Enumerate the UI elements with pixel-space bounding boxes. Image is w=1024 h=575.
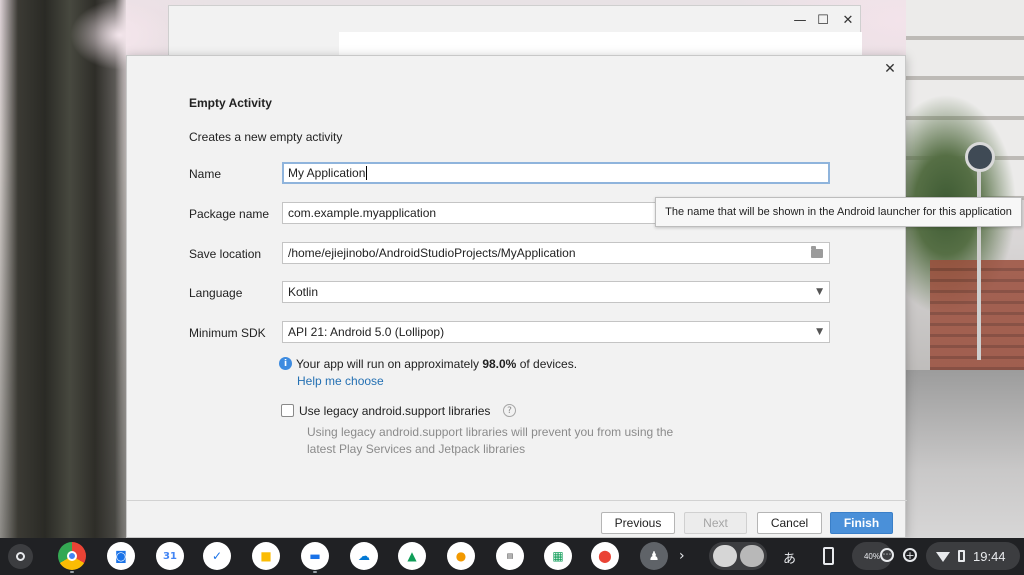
- legacy-support-checkbox[interactable]: [281, 404, 294, 417]
- help-question-icon[interactable]: ?: [503, 404, 516, 417]
- language-value: Kotlin: [288, 285, 319, 299]
- package-name-label: Package name: [189, 207, 270, 221]
- minimize-icon[interactable]: —: [790, 10, 810, 30]
- name-input-value: My Application: [288, 166, 366, 180]
- device-coverage-text: Your app will run on approximately 98.0%…: [296, 357, 577, 371]
- classroom-icon[interactable]: ▦: [544, 542, 572, 570]
- reader-icon[interactable]: ♟: [640, 542, 668, 570]
- package-name-value: com.example.myapplication: [288, 206, 437, 220]
- tote-holding-space[interactable]: [709, 542, 767, 570]
- ime-indicator[interactable]: あ: [783, 548, 796, 567]
- legacy-support-label[interactable]: Use legacy android.support libraries: [299, 404, 490, 418]
- save-location-input[interactable]: /home/ejiejinobo/AndroidStudioProjects/M…: [282, 242, 830, 264]
- news-icon[interactable]: ▤: [496, 542, 524, 570]
- info-icon: i: [279, 357, 292, 370]
- app-running-indicator: [70, 571, 74, 573]
- folder-icon: [811, 245, 823, 258]
- coverage-percent: 98.0%: [482, 357, 517, 371]
- shelf-overflow-icon[interactable]: ›: [679, 548, 685, 564]
- keep-icon[interactable]: ■: [252, 542, 280, 570]
- cancel-button[interactable]: Cancel: [757, 512, 822, 534]
- app-running-indicator: [313, 571, 317, 573]
- battery-icon: [958, 550, 965, 562]
- tasks-icon[interactable]: ✓: [203, 542, 231, 570]
- battery-percent: 40%: [863, 551, 880, 561]
- footer-divider: [127, 500, 907, 501]
- shelf: ◙ 31 ✓ ■ ▬ ☁ ▲ ● ▤ ▦ ⬤ ♟ › あ 40% ⋯ + 19:…: [0, 538, 1024, 575]
- legacy-support-description: Using legacy android.support libraries w…: [307, 425, 674, 456]
- system-tray[interactable]: 19:44: [926, 542, 1020, 570]
- chrome-center: [67, 551, 77, 561]
- save-location-label: Save location: [189, 247, 262, 261]
- wifi-icon: [936, 552, 950, 562]
- onedrive-icon[interactable]: ☁: [350, 542, 378, 570]
- wallpaper-road: [906, 370, 1024, 538]
- name-input[interactable]: My Application: [282, 162, 830, 184]
- chrome-icon[interactable]: [58, 542, 86, 570]
- dialog-close-icon[interactable]: ✕: [881, 60, 899, 78]
- wallpaper-sign: [965, 142, 995, 172]
- save-location-value: /home/ejiejinobo/AndroidStudioProjects/M…: [288, 246, 576, 260]
- launcher-button[interactable]: [8, 544, 33, 569]
- wallpaper-tree: [0, 0, 126, 538]
- files-icon[interactable]: ▬: [301, 542, 329, 570]
- calendar-date: 31: [163, 550, 177, 562]
- language-select[interactable]: Kotlin ▼: [282, 281, 830, 303]
- chevron-down-icon: ▼: [816, 327, 823, 337]
- maps-icon[interactable]: ⬤: [591, 542, 619, 570]
- drive-icon[interactable]: ▲: [398, 542, 426, 570]
- name-field-tooltip: The name that will be shown in the Andro…: [655, 197, 1022, 227]
- settings-dots-icon[interactable]: ⋯: [880, 548, 894, 562]
- camera-icon[interactable]: ◙: [107, 542, 135, 570]
- clock: 19:44: [973, 548, 1006, 564]
- language-label: Language: [189, 286, 243, 300]
- coverage-prefix: Your app will run on approximately: [296, 357, 483, 371]
- new-project-dialog: ✕ Empty Activity Creates a new empty act…: [126, 55, 907, 538]
- next-button[interactable]: Next: [684, 512, 747, 534]
- previous-button[interactable]: Previous: [601, 512, 675, 534]
- close-icon[interactable]: ✕: [838, 10, 858, 30]
- finish-button[interactable]: Finish: [830, 512, 893, 534]
- tote-thumbnail: [713, 545, 737, 567]
- template-description: Creates a new empty activity: [189, 130, 343, 144]
- calendar-icon[interactable]: 31: [156, 542, 184, 570]
- maximize-icon[interactable]: ☐: [813, 10, 833, 30]
- name-label: Name: [189, 167, 222, 181]
- coverage-suffix: of devices.: [516, 357, 578, 371]
- phone-hub-icon[interactable]: [823, 547, 834, 565]
- help-me-choose-link[interactable]: Help me choose: [297, 374, 384, 388]
- template-heading: Empty Activity: [189, 96, 272, 110]
- browse-folder-button[interactable]: [811, 243, 823, 263]
- photos-icon[interactable]: ●: [447, 542, 475, 570]
- minimum-sdk-value: API 21: Android 5.0 (Lollipop): [288, 325, 445, 339]
- minimum-sdk-label: Minimum SDK: [189, 326, 266, 340]
- tote-thumbnail: [740, 545, 764, 567]
- chevron-down-icon: ▼: [816, 287, 823, 297]
- launcher-icon: [16, 552, 25, 561]
- text-caret: [366, 166, 368, 180]
- minimum-sdk-select[interactable]: API 21: Android 5.0 (Lollipop) ▼: [282, 321, 830, 343]
- add-icon[interactable]: +: [903, 548, 917, 562]
